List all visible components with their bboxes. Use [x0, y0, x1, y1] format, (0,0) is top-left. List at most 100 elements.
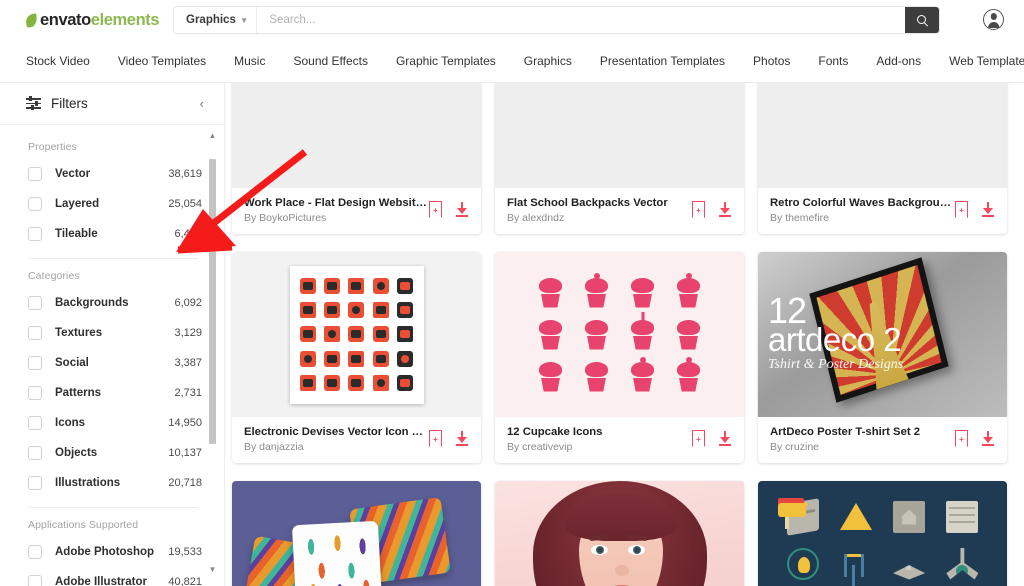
filter-option-textures[interactable]: Textures 3,129	[0, 318, 224, 348]
result-card[interactable]: Construction IconsBy Jumsoft+	[758, 481, 1007, 586]
filter-checkbox[interactable]	[28, 227, 42, 241]
filter-option-adobe-illustrator[interactable]: Adobe Illustrator 40,821	[0, 567, 224, 586]
add-to-collection-icon[interactable]: +	[692, 201, 705, 217]
search-icon	[916, 14, 928, 26]
filter-checkbox[interactable]	[28, 386, 42, 400]
cupcake-icon	[629, 361, 656, 392]
nav-item-graphics[interactable]: Graphics	[524, 54, 572, 68]
add-to-collection-icon[interactable]: +	[955, 201, 968, 217]
account-menu[interactable]	[983, 9, 1004, 30]
filter-option-count: 6,453	[174, 228, 202, 240]
filters-header: Filters ‹	[0, 83, 224, 125]
add-to-collection-icon[interactable]: +	[429, 430, 442, 446]
add-to-collection-icon[interactable]: +	[429, 201, 442, 217]
sidebar-scrollbar[interactable]: ▲ ▼	[208, 131, 217, 574]
plus-glyph: +	[959, 434, 964, 444]
add-to-collection-icon[interactable]: +	[955, 430, 968, 446]
add-to-collection-icon[interactable]: +	[692, 430, 705, 446]
thumbnail-boho-pillows[interactable]	[232, 481, 481, 586]
category-select[interactable]: Graphics ▾	[174, 7, 258, 33]
download-icon[interactable]	[981, 201, 995, 217]
thumbnail-girl-portrait[interactable]	[495, 481, 744, 586]
nav-item-music[interactable]: Music	[234, 54, 265, 68]
nav-item-sound-effects[interactable]: Sound Effects	[293, 54, 368, 68]
filter-checkbox[interactable]	[28, 356, 42, 370]
nav-item-graphic-templates[interactable]: Graphic Templates	[396, 54, 496, 68]
envato-elements-logo[interactable]: envato elements	[25, 11, 166, 30]
filter-checkbox[interactable]	[28, 197, 42, 211]
scrollbar-thumb[interactable]	[209, 159, 216, 444]
thumbnail-electronics-icon-set[interactable]	[232, 252, 481, 417]
nav-item-web-templates[interactable]: Web Templates	[949, 54, 1024, 68]
card-actions: +	[692, 426, 732, 446]
search-bar: Graphics ▾	[174, 7, 940, 33]
result-card[interactable]: Work Place - Flat Design Website Ba... By…	[232, 83, 481, 234]
scroll-down-arrow-icon[interactable]: ▼	[208, 565, 217, 574]
filter-option-illustrations[interactable]: Illustrations 20,718	[0, 468, 224, 498]
electronics-icon	[297, 372, 319, 394]
filter-option-vector[interactable]: Vector 38,619	[0, 159, 224, 189]
collapse-sidebar-button[interactable]: ‹	[196, 95, 208, 112]
filter-option-layered[interactable]: Layered 25,054	[0, 189, 224, 219]
item-title[interactable]: Retro Colorful Waves Backgrounds	[770, 197, 955, 209]
nav-item-add-ons[interactable]: Add-ons	[876, 54, 921, 68]
item-author[interactable]: By creativevip	[507, 441, 692, 453]
nav-item-photos[interactable]: Photos	[753, 54, 790, 68]
filter-checkbox[interactable]	[28, 545, 42, 559]
item-author[interactable]: By themefire	[770, 212, 955, 224]
filter-checkbox[interactable]	[28, 416, 42, 430]
electronics-icon	[370, 323, 392, 345]
filter-checkbox[interactable]	[28, 296, 42, 310]
download-icon[interactable]	[718, 201, 732, 217]
filter-checkbox[interactable]	[28, 476, 42, 490]
filter-option-icons[interactable]: Icons 14,950	[0, 408, 224, 438]
result-card[interactable]: Bright Boho PatternsBy barsrsind+	[232, 481, 481, 586]
filter-option-label: Objects	[55, 447, 98, 459]
item-author[interactable]: By BoykoPictures	[244, 212, 429, 224]
download-icon[interactable]	[718, 430, 732, 446]
result-card[interactable]: Beautiful Girl Looking at YouBy ddraw+	[495, 481, 744, 586]
filter-option-objects[interactable]: Objects 10,137	[0, 438, 224, 468]
filter-option-tileable[interactable]: Tileable 6,453	[0, 219, 224, 249]
result-card[interactable]: 12 Cupcake Icons By creativevip +	[495, 252, 744, 463]
filter-option-adobe-photoshop[interactable]: Adobe Photoshop 19,533	[0, 537, 224, 567]
item-author[interactable]: By danjazzia	[244, 441, 429, 453]
result-card[interactable]: 12 artdeco 2 Tshirt & Poster Designs ArtDec…	[758, 252, 1007, 463]
nav-item-video-templates[interactable]: Video Templates	[118, 54, 206, 68]
item-title[interactable]: Flat School Backpacks Vector	[507, 197, 692, 209]
result-card[interactable]: Electronic Devises Vector Icon Set By dan…	[232, 252, 481, 463]
filter-option-patterns[interactable]: Patterns 2,731	[0, 378, 224, 408]
filter-option-social[interactable]: Social 3,387	[0, 348, 224, 378]
item-title[interactable]: 12 Cupcake Icons	[507, 426, 692, 438]
filter-checkbox[interactable]	[28, 167, 42, 181]
nav-item-fonts[interactable]: Fonts	[818, 54, 848, 68]
nav-item-stock-video[interactable]: Stock Video	[26, 54, 90, 68]
search-input[interactable]	[257, 7, 906, 33]
item-title[interactable]: Electronic Devises Vector Icon Set	[244, 426, 429, 438]
thumbnail-generic[interactable]	[495, 83, 744, 188]
item-author[interactable]: By alexdndz	[507, 212, 692, 224]
result-card[interactable]: Flat School Backpacks Vector By alexdndz +	[495, 83, 744, 234]
thumbnail-artdeco-poster[interactable]: 12 artdeco 2 Tshirt & Poster Designs	[758, 252, 1007, 417]
download-icon[interactable]	[455, 201, 469, 217]
filter-checkbox[interactable]	[28, 446, 42, 460]
thumbnail-generic[interactable]	[758, 83, 1007, 188]
download-icon[interactable]	[981, 430, 995, 446]
search-button[interactable]	[905, 7, 940, 33]
electronics-icon	[370, 275, 392, 297]
item-title[interactable]: ArtDeco Poster T-shirt Set 2	[770, 426, 955, 438]
result-card[interactable]: Retro Colorful Waves Backgrounds By theme…	[758, 83, 1007, 234]
item-title[interactable]: Work Place - Flat Design Website Ba...	[244, 197, 429, 209]
electronics-icon	[297, 299, 319, 321]
thumbnail-cupcake-icon-set[interactable]	[495, 252, 744, 417]
thumbnail-construction-icon-set[interactable]	[758, 481, 1007, 586]
nav-item-presentation-templates[interactable]: Presentation Templates	[600, 54, 725, 68]
thumbnail-generic[interactable]	[232, 83, 481, 188]
item-author[interactable]: By cruzine	[770, 441, 955, 453]
filter-option-backgrounds[interactable]: Backgrounds 6,092	[0, 288, 224, 318]
download-icon[interactable]	[455, 430, 469, 446]
scroll-up-arrow-icon[interactable]: ▲	[208, 131, 217, 140]
filter-checkbox[interactable]	[28, 326, 42, 340]
filter-checkbox[interactable]	[28, 575, 42, 586]
filter-option-count: 3,129	[174, 327, 202, 339]
